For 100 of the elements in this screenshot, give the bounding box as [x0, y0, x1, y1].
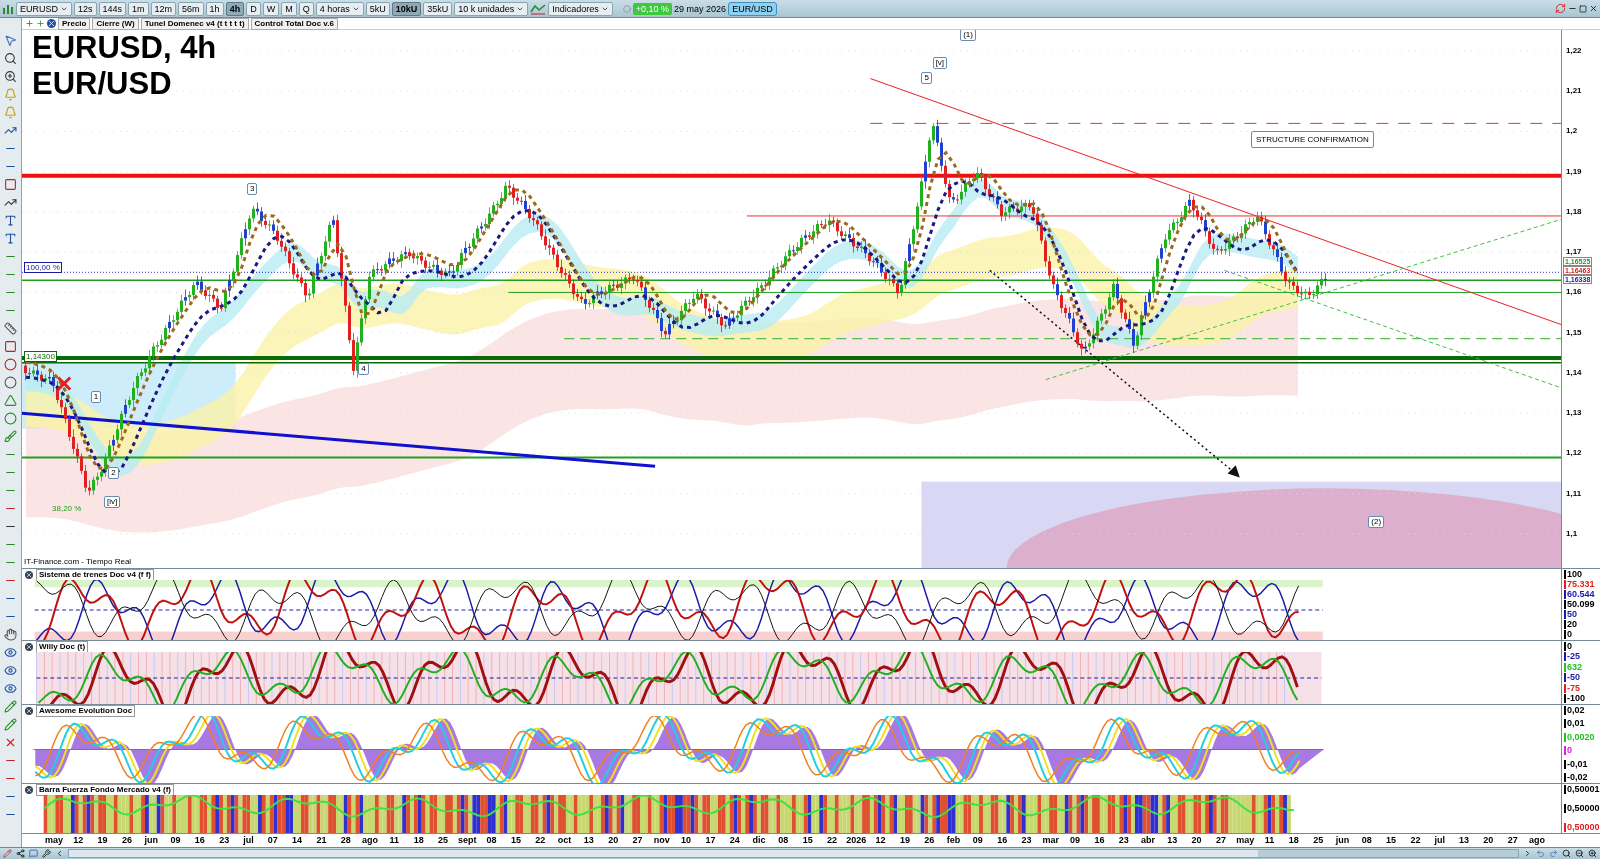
search-icon[interactable] [4, 50, 17, 67]
date-label: jun [144, 835, 158, 846]
date-label: mar [1042, 835, 1059, 846]
date-label: 14 [292, 835, 303, 846]
date-label: 09 [972, 835, 983, 846]
toolbar-button[interactable]: D [246, 1, 261, 16]
axis-label: -50 [1564, 673, 1581, 683]
toolbar-button[interactable]: Q [298, 1, 314, 16]
status-icon [622, 4, 631, 13]
date-label: 08 [1361, 835, 1372, 846]
close-icon[interactable] [25, 785, 33, 794]
dropdown[interactable]: EURUSD [16, 1, 72, 16]
date-label: 13 [1459, 835, 1470, 846]
close-icon[interactable] [1589, 4, 1598, 13]
toolbar-button[interactable]: 56m [178, 1, 204, 16]
pane-title: Awesome Evolution Doc [36, 704, 136, 717]
cross-mark [56, 376, 72, 392]
dropdown[interactable]: 4 horas [315, 1, 364, 16]
restore-icon[interactable] [1579, 4, 1587, 13]
axis-label: 0,02 [1564, 706, 1586, 715]
date-label: 11 [389, 835, 400, 846]
toolbar-button[interactable]: 10kU [391, 1, 422, 16]
toolbar-button[interactable]: 4h [225, 1, 245, 16]
date-label: ago [1529, 835, 1545, 846]
wrench-icon[interactable] [42, 849, 51, 858]
date-label: abr [1141, 835, 1155, 846]
axis-label: 0 [1564, 746, 1573, 756]
pencil-icon[interactable] [4, 698, 17, 715]
triangle-icon[interactable] [4, 392, 17, 409]
scroll-left-icon[interactable] [55, 849, 64, 858]
toolbar-button[interactable]: 12m [150, 1, 177, 16]
toolbar-button[interactable]: 144s [98, 1, 127, 16]
zoom-icon[interactable] [4, 68, 17, 85]
add-icon[interactable] [25, 19, 34, 28]
axis-label: 0 [1564, 630, 1573, 639]
scroll-right-icon[interactable] [1523, 849, 1532, 858]
axis-label: -0,01 [1564, 759, 1589, 769]
circle-icon[interactable] [4, 356, 17, 373]
zoom-out-icon[interactable] [1575, 849, 1584, 858]
toolbar-button[interactable]: 5kU [365, 1, 390, 16]
date-label: 07 [267, 835, 278, 846]
date-label: 21 [316, 835, 327, 846]
date-label: dic [752, 835, 766, 846]
wave-label: 4 [358, 363, 369, 376]
pencil-icon[interactable] [3, 849, 12, 858]
date-label: 2026 [846, 835, 867, 846]
price-tick: 1,19 [1566, 166, 1582, 176]
share-icon[interactable] [16, 849, 25, 858]
toolbar-button[interactable]: 1m [128, 1, 149, 16]
rectangle-icon[interactable] [4, 176, 17, 193]
wave-label: 3 [246, 182, 258, 195]
pencil-icon[interactable] [4, 716, 17, 733]
search-icon[interactable] [1562, 849, 1571, 858]
date-label: 23 [1118, 835, 1129, 846]
date-label: 25 [437, 835, 448, 846]
toolbar-button[interactable]: W [262, 1, 280, 16]
close-icon[interactable] [25, 570, 33, 579]
date-label: 18 [413, 835, 424, 846]
toolbar-button[interactable]: M [281, 1, 297, 16]
date-label: 27 [1215, 835, 1226, 846]
wave-label: 5 [921, 72, 932, 85]
price-tick: 1,21 [1566, 86, 1582, 96]
dropdown[interactable]: 10 k unidades [454, 1, 529, 16]
wave-label: (2) [1368, 516, 1385, 529]
bars-icon [2, 2, 14, 15]
hand-icon[interactable] [4, 626, 17, 643]
ruler-icon[interactable] [4, 320, 17, 337]
price-tick: 1,15 [1566, 327, 1582, 337]
date-label: 13 [583, 835, 594, 846]
price-tick: 1,18 [1566, 206, 1582, 216]
date-label: 16 [1094, 835, 1105, 846]
date-label: nov [653, 835, 670, 846]
wave-label: 1 [90, 390, 102, 403]
rectangle-icon[interactable] [4, 338, 17, 355]
toolbar-button[interactable]: 12s [74, 1, 97, 16]
change-badge: +0,10 % [632, 2, 673, 15]
price-tick: 1,12 [1566, 448, 1582, 458]
date-label: 19 [97, 835, 108, 846]
circle-icon[interactable] [4, 410, 17, 427]
date-label: jul [1434, 835, 1445, 846]
pane-title: Sistema de trenes Doc v4 (f f) [36, 568, 155, 581]
axis-label: -0,02 [1564, 772, 1589, 782]
close-icon[interactable] [25, 706, 33, 715]
date-label: 26 [924, 835, 935, 846]
price-tick: 1,2 [1566, 126, 1578, 136]
price-tick: 1,14 [1566, 367, 1582, 377]
scrollbar-thumb[interactable] [1258, 850, 1518, 857]
date-label: 22 [535, 835, 546, 846]
zoom-in-icon[interactable] [1588, 849, 1597, 858]
date-label: 29 may 2026 [674, 2, 727, 15]
circle-icon[interactable] [4, 374, 17, 391]
dropdown[interactable]: Indicadores [548, 1, 613, 16]
date-label: 11 [1264, 835, 1275, 846]
date-label: sept [458, 835, 477, 846]
toolbar-button[interactable]: 35kU [423, 1, 453, 16]
toolbar-button[interactable]: 1h [205, 1, 224, 16]
close-icon[interactable] [25, 642, 33, 651]
date-label: jul [243, 835, 254, 846]
brush-icon[interactable] [4, 428, 17, 445]
date-label: 09 [170, 835, 181, 846]
